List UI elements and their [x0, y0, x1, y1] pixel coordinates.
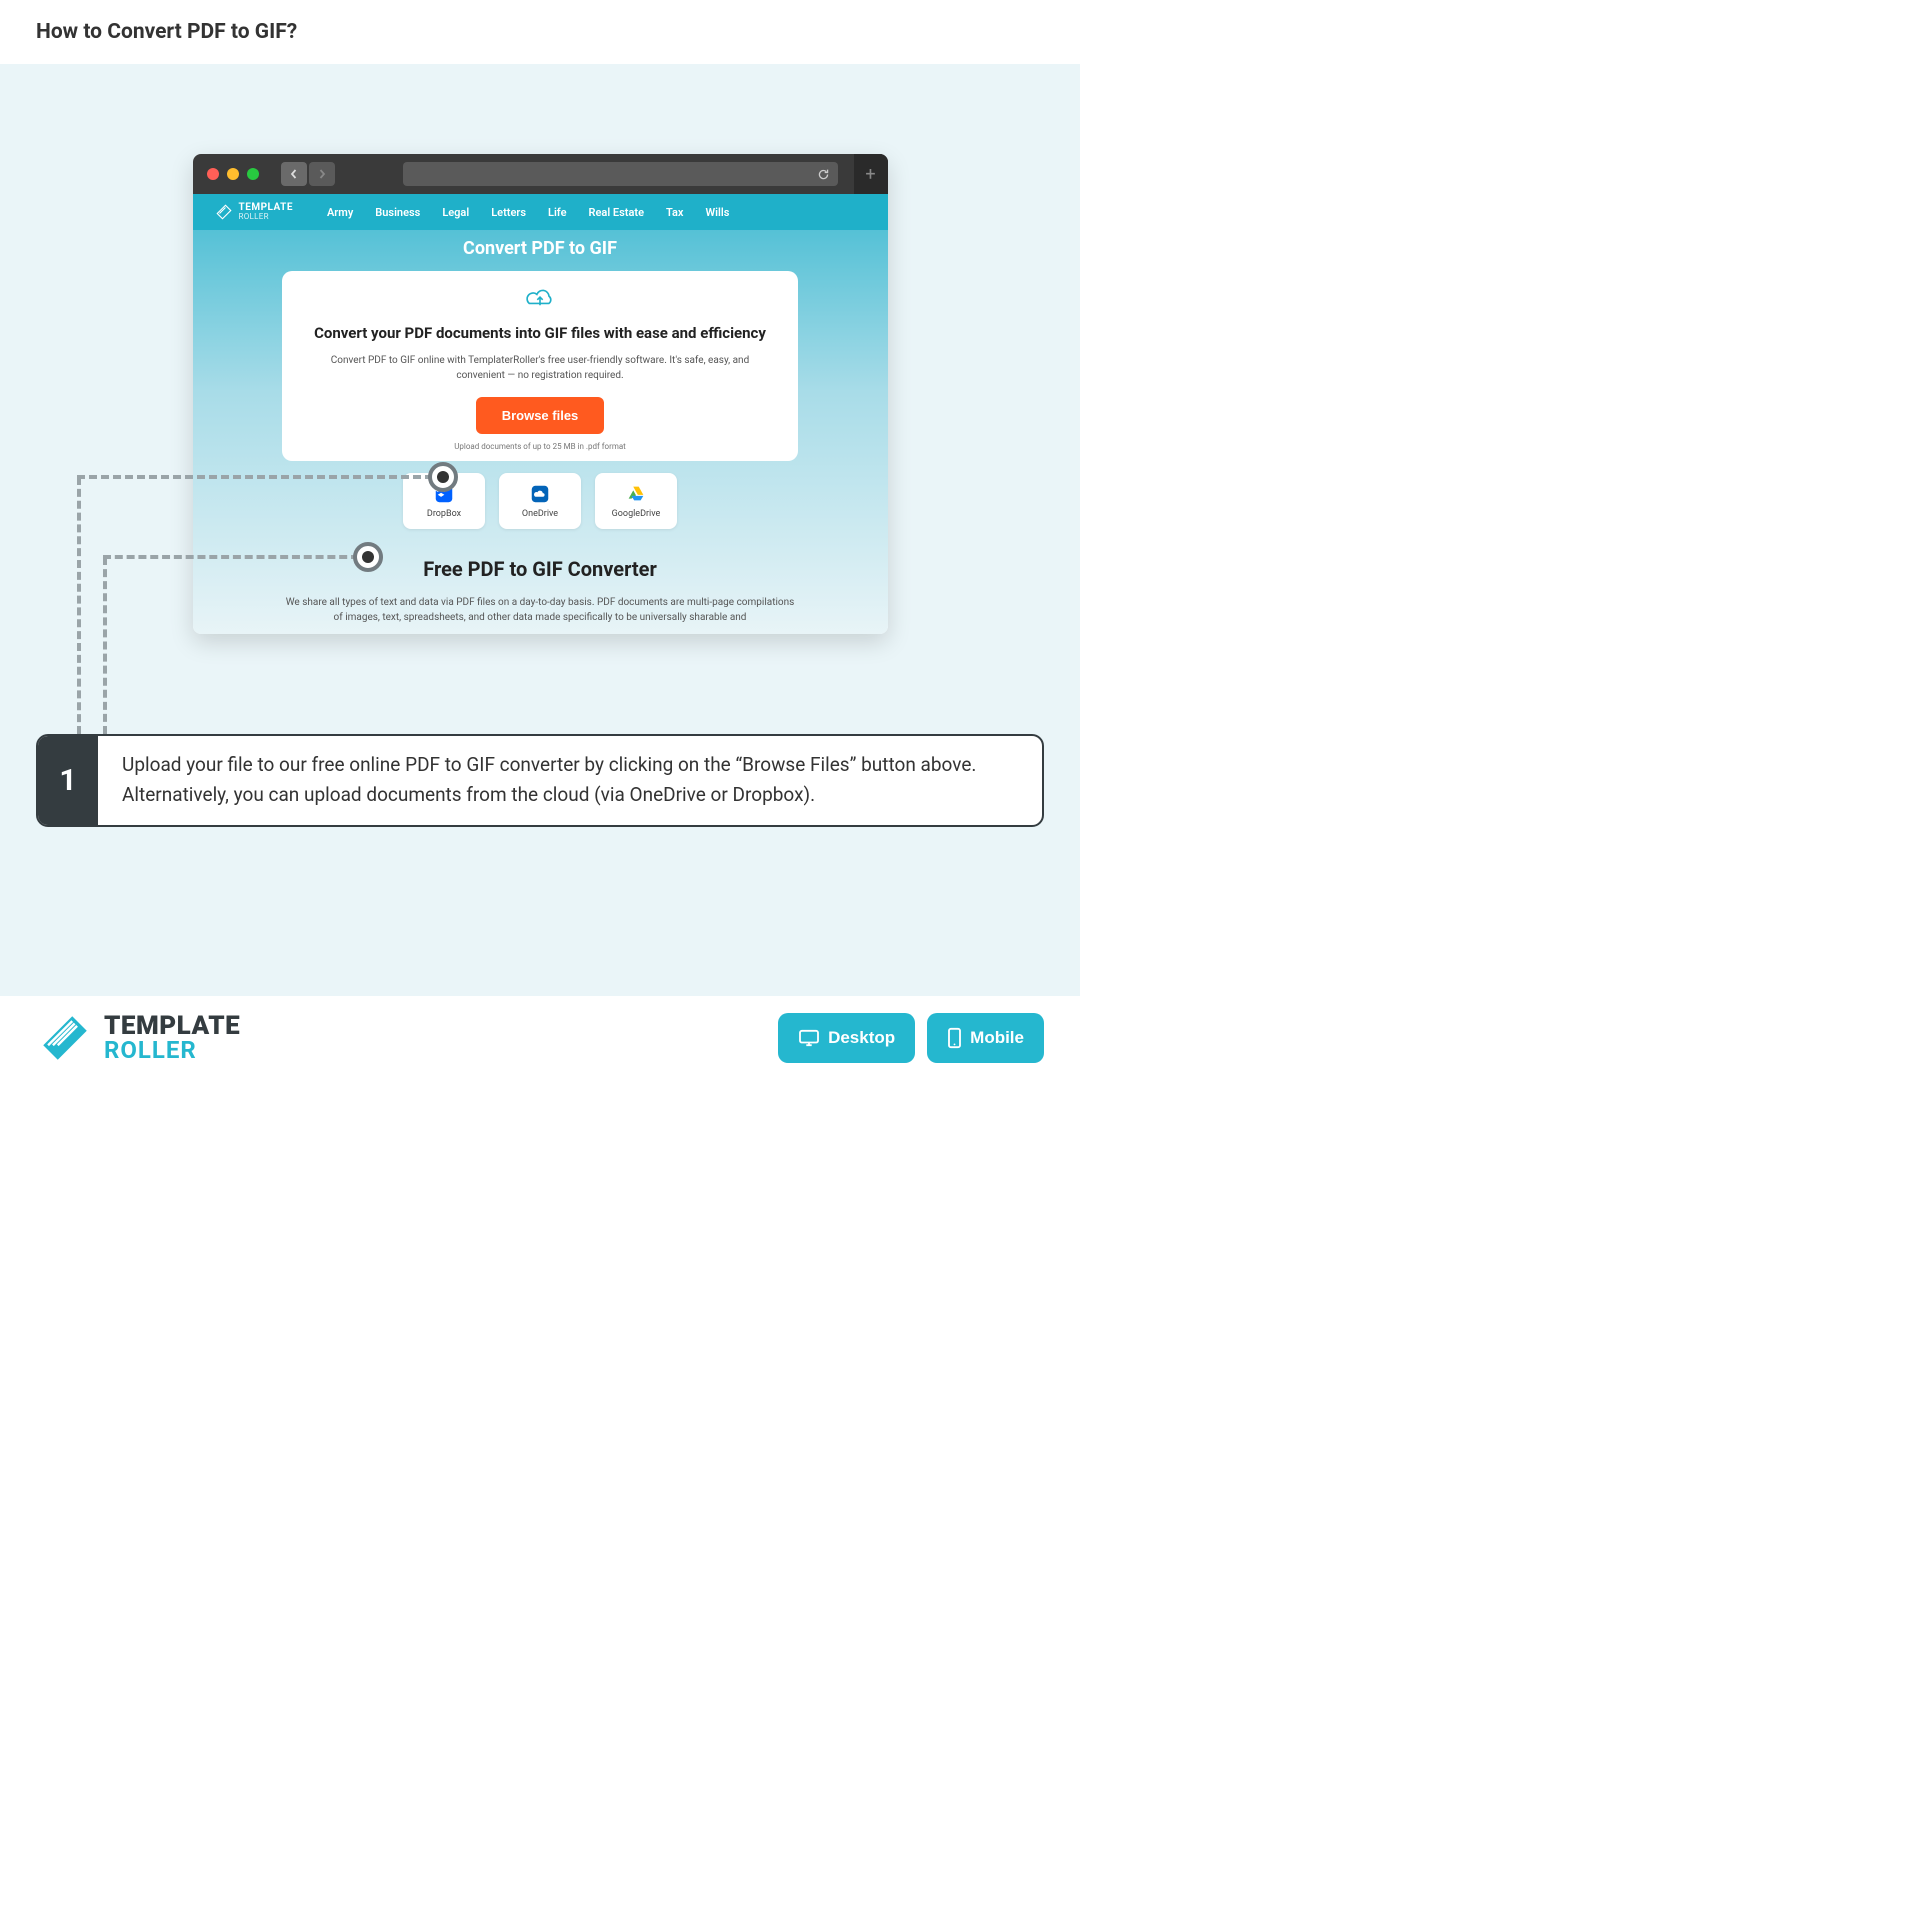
logo-line2: ROLLER [239, 213, 293, 221]
page-content: Convert PDF to GIF Convert your PDF docu… [193, 230, 888, 634]
desktop-label: Desktop [828, 1028, 895, 1048]
annotation-marker [428, 462, 458, 492]
reload-icon [817, 168, 830, 181]
reload-button[interactable] [814, 164, 834, 184]
page-title: How to Convert PDF to GIF? [36, 20, 1044, 44]
mobile-label: Mobile [970, 1028, 1024, 1048]
browser-window: + TEMPLATE ROLLER Army Business Legal Le… [193, 154, 888, 634]
cloud-options: DropBox OneDrive GoogleDrive [193, 473, 888, 529]
cloud-label: OneDrive [522, 509, 558, 519]
dash-line [103, 557, 107, 734]
card-title: Convert your PDF documents into GIF file… [306, 323, 774, 343]
annotation-marker [353, 542, 383, 572]
nav-link[interactable]: Real Estate [589, 206, 644, 219]
nav-link[interactable]: Wills [705, 206, 729, 219]
dash-line [77, 475, 433, 479]
browser-titlebar: + [193, 154, 888, 194]
app-header: TEMPLATE ROLLER Army Business Legal Lett… [193, 194, 888, 230]
googledrive-option[interactable]: GoogleDrive [595, 473, 677, 529]
upload-card: Convert your PDF documents into GIF file… [282, 271, 798, 461]
url-bar[interactable] [403, 162, 838, 186]
new-tab-button[interactable]: + [854, 154, 888, 194]
desktop-view-button[interactable]: Desktop [778, 1013, 915, 1063]
section-paragraph: We share all types of text and data via … [280, 595, 800, 625]
step-text: Upload your file to our free online PDF … [98, 736, 1042, 825]
mobile-view-button[interactable]: Mobile [927, 1013, 1044, 1063]
upload-note: Upload documents of up to 25 MB in .pdf … [306, 442, 774, 451]
chevron-left-icon [289, 169, 299, 179]
mobile-icon [947, 1027, 962, 1049]
onedrive-icon [529, 483, 551, 505]
back-button[interactable] [281, 162, 307, 186]
step-box: 1 Upload your file to our free online PD… [36, 734, 1044, 827]
dash-line [103, 555, 359, 559]
googledrive-icon [625, 483, 647, 505]
browse-files-button[interactable]: Browse files [476, 397, 605, 434]
nav-link[interactable]: Legal [442, 206, 469, 219]
banner-title: Convert PDF to GIF [193, 238, 888, 259]
cloud-label: GoogleDrive [612, 509, 661, 519]
nav-link[interactable]: Army [327, 206, 353, 219]
template-roller-icon [36, 1009, 94, 1067]
dash-line [77, 477, 81, 734]
nav-link[interactable]: Life [548, 206, 567, 219]
maximize-dot[interactable] [247, 168, 259, 180]
plus-icon: + [865, 164, 875, 185]
forward-button[interactable] [309, 162, 335, 186]
onedrive-option[interactable]: OneDrive [499, 473, 581, 529]
footer: TEMPLATE ROLLER Desktop Mobile [0, 996, 1080, 1080]
footer-logo-line2: ROLLER [104, 1039, 240, 1062]
close-dot[interactable] [207, 168, 219, 180]
section-title: Free PDF to GIF Converter [193, 557, 888, 581]
app-logo[interactable]: TEMPLATE ROLLER [215, 203, 293, 221]
cloud-label: DropBox [427, 509, 461, 519]
step-number: 1 [38, 736, 98, 825]
nav-link[interactable]: Letters [491, 206, 526, 219]
chevron-right-icon [317, 169, 327, 179]
nav-link[interactable]: Tax [666, 206, 683, 219]
nav-link[interactable]: Business [375, 206, 420, 219]
cloud-upload-icon [522, 285, 558, 311]
minimize-dot[interactable] [227, 168, 239, 180]
footer-logo[interactable]: TEMPLATE ROLLER [36, 1009, 240, 1067]
nav-links: Army Business Legal Letters Life Real Es… [327, 206, 729, 219]
desktop-icon [798, 1029, 820, 1047]
card-description: Convert PDF to GIF online with Templater… [306, 353, 774, 383]
template-roller-icon [215, 203, 233, 221]
